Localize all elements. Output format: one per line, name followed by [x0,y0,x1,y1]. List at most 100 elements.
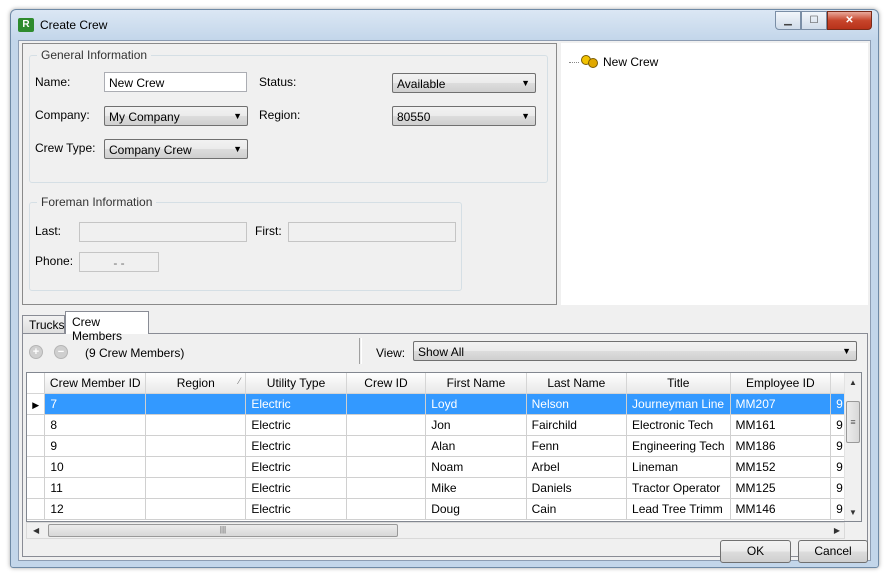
cell-title[interactable]: Journeyman Line [626,393,731,415]
cell-employee-id[interactable]: MM161 [730,414,832,436]
column-header-first-name[interactable]: First Name [425,373,527,394]
foreman-information-group: Foreman Information Last: First: Phone: … [29,195,462,291]
cell-region[interactable] [145,393,247,415]
remove-icon[interactable]: − [54,345,68,359]
cell-crew-id[interactable] [346,435,427,457]
grid-vertical-scrollbar[interactable]: ▲ ≡ ▼ [844,373,861,521]
cell-utility-type[interactable]: Electric [245,477,347,499]
horizontal-scroll-thumb[interactable]: ||| [48,524,398,537]
cell-crew-member-id[interactable]: 12 [44,498,147,520]
cell-region[interactable] [145,456,247,478]
cell-crew-member-id[interactable]: 11 [44,477,147,499]
column-header-crew-id[interactable]: Crew ID [346,373,427,394]
cell-first-name[interactable]: Doug [425,498,527,520]
cell-first-name[interactable]: Alan [425,435,527,457]
cell-crew-id[interactable] [346,498,427,520]
column-header-crew-member-id[interactable]: Crew Member ID [44,373,147,394]
grid-header-row: Crew Member ID Region ⁄ Utility Type Crew… [27,373,861,394]
cell-crew-member-id[interactable]: 9 [44,435,147,457]
row-indicator[interactable] [27,456,46,478]
cell-crew-id[interactable] [346,414,427,436]
cell-title[interactable]: Lineman [626,456,731,478]
row-indicator[interactable] [27,498,46,520]
cell-first-name[interactable]: Mike [425,477,527,499]
cell-first-name[interactable]: Noam [425,456,527,478]
cell-employee-id[interactable]: MM152 [730,456,832,478]
cell-crew-member-id[interactable]: 10 [44,456,147,478]
row-indicator[interactable] [27,435,46,457]
cancel-button[interactable]: Cancel [798,540,868,563]
name-input[interactable]: New Crew [104,72,247,92]
foreman-last-input[interactable] [79,222,247,242]
view-dropdown[interactable]: Show All ▼ [413,341,857,361]
cell-region[interactable] [145,435,247,457]
add-icon[interactable]: + [29,345,43,359]
cell-last-name[interactable]: Fairchild [526,414,628,436]
row-indicator[interactable]: ▶ [27,393,46,415]
cell-last-name[interactable]: Nelson [526,393,628,415]
grid-horizontal-scrollbar[interactable]: ◀ ||| ▶ [26,522,845,539]
region-dropdown[interactable]: 80550 ▼ [392,106,536,126]
column-header-title[interactable]: Title [626,373,731,394]
scroll-down-icon[interactable]: ▼ [849,508,857,517]
row-indicator[interactable] [27,477,46,499]
cell-employee-id[interactable]: MM186 [730,435,832,457]
cell-utility-type[interactable]: Electric [245,498,347,520]
table-row[interactable]: 10 Electric Noam Arbel Lineman MM152 9 [27,456,861,478]
vertical-scroll-thumb[interactable]: ≡ [846,401,860,443]
table-row[interactable]: ▶ 7 Electric Loyd Nelson Journeyman Line MM207… [27,393,861,415]
cell-title[interactable]: Lead Tree Trimm [626,498,731,520]
title-bar[interactable]: R Create Crew ▁ ☐ ✕ [11,10,878,40]
table-row[interactable]: 12 Electric Doug Cain Lead Tree Trimm MM146 9 [27,498,861,520]
cell-employee-id[interactable]: MM125 [730,477,832,499]
ok-button[interactable]: OK [720,540,791,563]
scroll-up-icon[interactable]: ▲ [849,378,857,387]
tab-crew-members[interactable]: Crew Members [65,311,149,343]
cell-utility-type[interactable]: Electric [245,456,347,478]
crew-members-tab-panel: + − (9 Crew Members) View: Show All ▼ Cr… [22,333,868,557]
column-header-utility-type[interactable]: Utility Type [245,373,347,394]
maximize-button[interactable]: ☐ [801,11,827,30]
table-row[interactable]: 9 Electric Alan Fenn Engineering Tech MM186 9 [27,435,861,457]
cell-title[interactable]: Electronic Tech [626,414,731,436]
cell-utility-type[interactable]: Electric [245,393,347,415]
cell-crew-id[interactable] [346,393,427,415]
cell-last-name[interactable]: Arbel [526,456,628,478]
crew-type-label: Crew Type: [35,141,96,155]
cell-title[interactable]: Tractor Operator [626,477,731,499]
column-header-region[interactable]: Region ⁄ [145,373,247,394]
column-header-employee-id[interactable]: Employee ID [730,373,832,394]
close-button[interactable]: ✕ [827,11,872,30]
table-row[interactable]: 11 Electric Mike Daniels Tractor Operator MM1… [27,477,861,499]
cell-crew-member-id[interactable]: 8 [44,414,147,436]
cell-last-name[interactable]: Daniels [526,477,628,499]
cell-employee-id[interactable]: MM146 [730,498,832,520]
tab-trucks[interactable]: Trucks [22,315,65,333]
crew-type-dropdown[interactable]: Company Crew ▼ [104,139,248,159]
foreman-first-input[interactable] [288,222,456,242]
cell-crew-id[interactable] [346,456,427,478]
tree-node-new-crew[interactable]: New Crew [569,54,658,70]
cell-last-name[interactable]: Cain [526,498,628,520]
minimize-button[interactable]: ▁ [775,11,801,30]
company-dropdown[interactable]: My Company ▼ [104,106,248,126]
row-indicator[interactable] [27,414,46,436]
cell-first-name[interactable]: Jon [425,414,527,436]
cell-region[interactable] [145,477,247,499]
column-header-last-name[interactable]: Last Name [526,373,628,394]
foreman-phone-input[interactable]: - - [79,252,159,272]
scroll-left-icon[interactable]: ◀ [33,526,39,535]
cell-first-name[interactable]: Loyd [425,393,527,415]
cell-region[interactable] [145,414,247,436]
cell-last-name[interactable]: Fenn [526,435,628,457]
cell-crew-id[interactable] [346,477,427,499]
status-dropdown[interactable]: Available ▼ [392,73,536,93]
table-row[interactable]: 8 Electric Jon Fairchild Electronic Tech MM16… [27,414,861,436]
scroll-right-icon[interactable]: ▶ [834,526,840,535]
cell-utility-type[interactable]: Electric [245,435,347,457]
cell-crew-member-id[interactable]: 7 [44,393,147,415]
cell-employee-id[interactable]: MM207 [730,393,832,415]
cell-title[interactable]: Engineering Tech [626,435,731,457]
cell-region[interactable] [145,498,247,520]
cell-utility-type[interactable]: Electric [245,414,347,436]
